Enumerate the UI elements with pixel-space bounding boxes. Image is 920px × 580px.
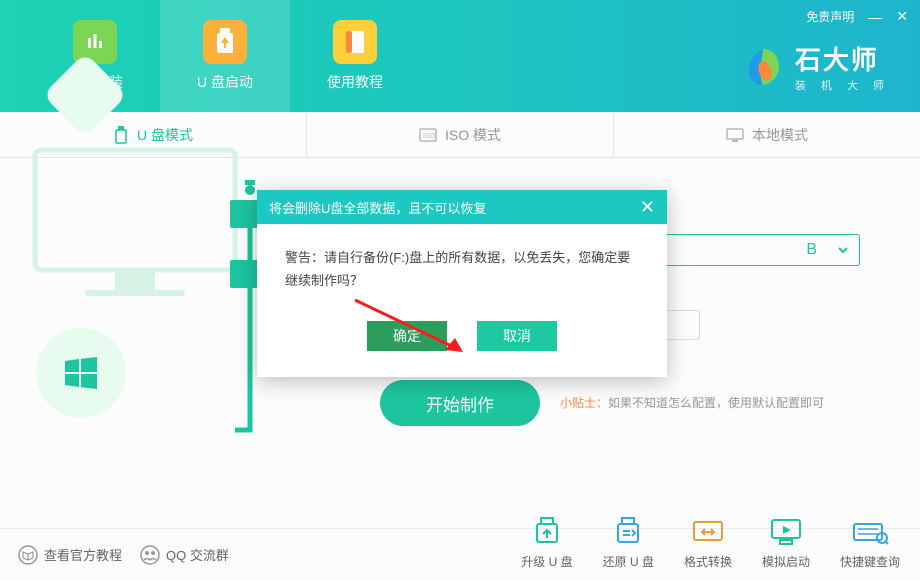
modal-cancel-button[interactable]: 取消	[477, 321, 557, 351]
modal-footer: 确定 取消	[257, 303, 667, 377]
modal-title: 将会删除U盘全部数据，且不可以恢复	[269, 198, 486, 217]
modal-body: 警告：请自行备份(F:)盘上的所有数据，以免丢失，您确定要继续制作吗？	[257, 224, 667, 303]
modal-confirm-button[interactable]: 确定	[367, 321, 447, 351]
modal-close-button[interactable]: ✕	[640, 197, 655, 218]
confirm-modal: 将会删除U盘全部数据，且不可以恢复 ✕ 警告：请自行备份(F:)盘上的所有数据，…	[257, 190, 667, 377]
modal-header: 将会删除U盘全部数据，且不可以恢复 ✕	[257, 190, 667, 224]
